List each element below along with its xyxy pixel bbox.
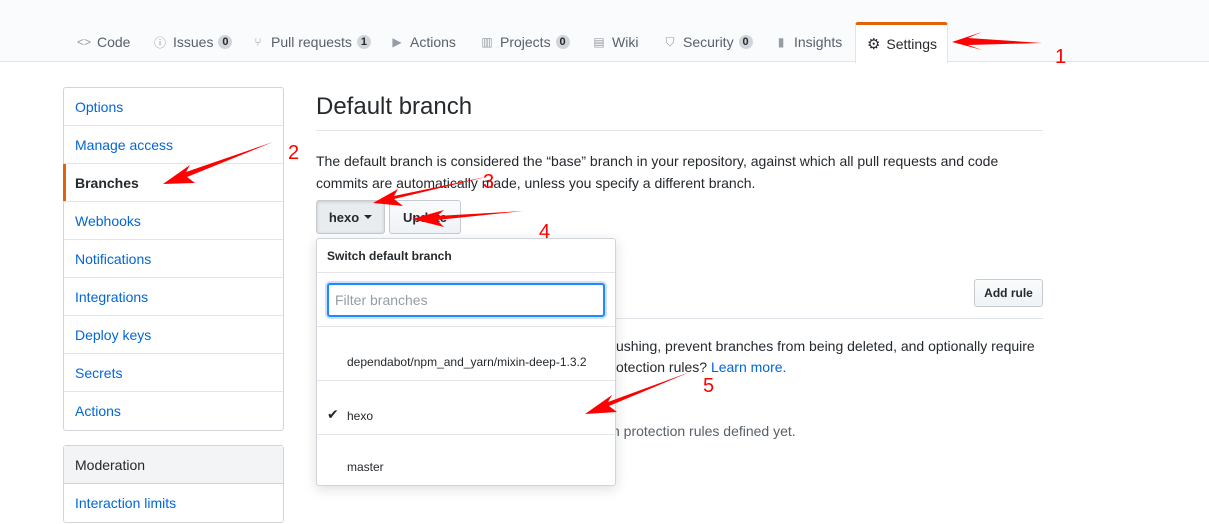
tab-settings[interactable]: ⚙ Settings [855,22,948,63]
sidebar-item-branches[interactable]: Branches [63,164,283,202]
issue-icon: ⓘ [153,35,166,50]
sidebar-item-webhooks[interactable]: Webhooks [64,202,283,240]
page-title: Default branch [316,93,473,120]
branch-name: master [347,460,384,474]
repo-nav: <> Code ⓘ Issues 0 ⑂ Pull requests 1 ▶ A… [0,0,1209,63]
branch-item[interactable]: dependabot/npm_and_yarn/mixin-deep-1.3.2 [317,327,615,381]
tab-label: Pull requests [271,34,352,50]
annotation-number: 5 [703,375,715,397]
branch-name: hexo [347,409,374,423]
project-icon: ▥ [481,35,493,49]
moderation-heading: Moderation [64,446,283,484]
sidebar-item-actions[interactable]: Actions [64,392,283,430]
branch-select-button[interactable]: hexo [316,200,385,234]
branch-name: dependabot/npm_and_yarn/mixin-deep-1.3.2 [347,355,587,369]
filter-branches-input[interactable] [327,283,605,317]
switch-branch-dropdown: Switch default branch dependabot/npm_and… [316,238,616,486]
sidebar-item-manage-access[interactable]: Manage access [64,126,283,164]
shield-icon: ⛉ [665,34,675,49]
update-button[interactable]: Update [389,200,461,234]
branch-protection-text: ushing, prevent branches from being dele… [616,338,1035,354]
annotation-number: 2 [288,142,300,164]
tab-label: Projects [500,34,551,50]
sidebar-item-integrations[interactable]: Integrations [64,278,283,316]
annotation-number: 1 [1055,46,1067,68]
tab-label: Insights [794,34,843,50]
learn-more-link[interactable]: Learn more. [711,359,786,375]
tab-projects[interactable]: ▥ Projects 0 [469,22,580,62]
sidebar-item-options[interactable]: Options [64,88,283,126]
pull-request-icon: ⑂ [254,35,262,49]
branch-select-label: hexo [328,209,360,225]
play-icon: ▶ [392,35,402,49]
counter-badge: 0 [738,35,753,49]
tab-actions[interactable]: ▶ Actions [379,22,466,62]
graph-icon: ▮ [777,35,785,49]
sidebar-item-interaction-limits[interactable]: Interaction limits [64,484,283,522]
default-branch-description: The default branch is considered the “ba… [316,153,999,191]
counter-badge: 0 [218,35,233,49]
annotation-number: 3 [483,171,495,193]
settings-sidebar: Options Manage access Branches Webhooks … [63,87,284,431]
branch-item-selected[interactable]: ✔ hexo [317,381,615,435]
tab-label: Actions [410,34,456,50]
tab-insights[interactable]: ▮ Insights [763,22,852,62]
tab-label: Wiki [612,34,639,50]
branch-item[interactable]: master [317,435,615,485]
divider [616,318,1043,319]
counter-badge: 0 [555,35,570,49]
protection-question: otection rules? [616,359,708,375]
sidebar-item-deploy-keys[interactable]: Deploy keys [64,316,283,354]
tab-security[interactable]: ⛉ Security 0 [652,22,763,62]
book-icon: ▤ [593,35,605,49]
add-rule-label: Add rule [984,286,1033,300]
moderation-sidebar: Moderation Interaction limits [63,445,284,523]
code-icon: <> [76,35,91,49]
annotation-number: 4 [539,221,551,243]
check-icon: ✔ [327,406,339,422]
caret-down-icon [364,215,373,219]
branch-protection-text-2: otection rules? Learn more. [616,359,786,375]
tab-label: Settings [886,36,937,52]
update-button-label: Update [402,209,448,225]
tab-pull-requests[interactable]: ⑂ Pull requests 1 [240,22,381,62]
tab-label: Code [97,34,131,50]
no-rules-text: h protection rules defined yet. [612,423,796,439]
tab-label: Issues [173,34,214,50]
gear-icon: ⚙ [866,36,881,53]
sidebar-item-secrets[interactable]: Secrets [64,354,283,392]
tab-label: Security [683,34,734,50]
tab-issues[interactable]: ⓘ Issues 0 [142,22,242,62]
divider [316,130,1043,131]
dropdown-header: Switch default branch [317,239,615,273]
filter-container [317,273,615,327]
sidebar-item-notifications[interactable]: Notifications [64,240,283,278]
add-rule-button[interactable]: Add rule [974,279,1043,307]
tab-wiki[interactable]: ▤ Wiki [581,22,648,62]
tab-code[interactable]: <> Code [66,22,140,62]
counter-badge: 1 [356,35,371,49]
